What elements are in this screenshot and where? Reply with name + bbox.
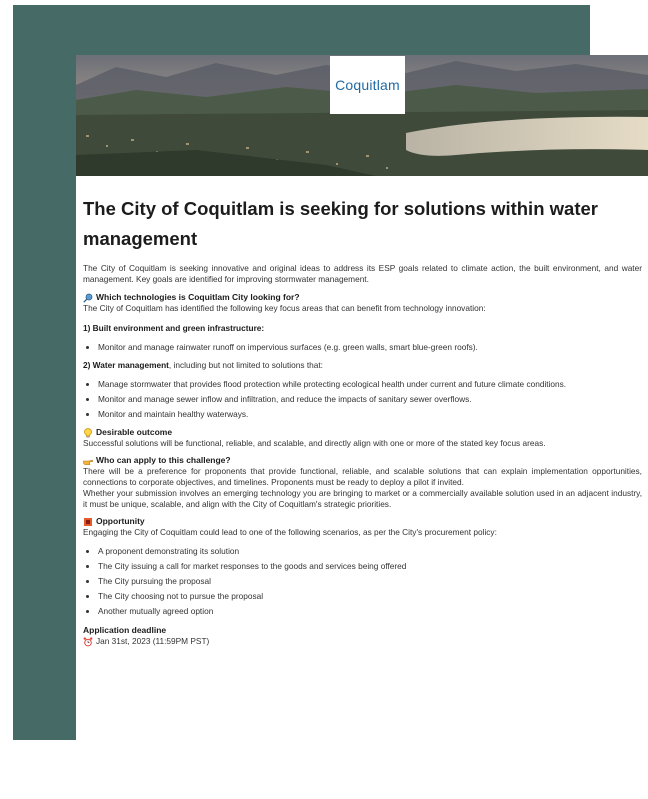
- list-item: Monitor and manage rainwater runoff on i…: [98, 342, 642, 353]
- main-content: The City of Coquitlam is seeking for sol…: [83, 194, 642, 647]
- coquitlam-logo: Coquitlam: [330, 56, 405, 114]
- alarm-clock-icon: [83, 636, 93, 646]
- technologies-heading: Which technologies is Coquitlam City loo…: [83, 292, 642, 303]
- page-title: The City of Coquitlam is seeking for sol…: [83, 198, 598, 249]
- opportunity-list: A proponent demonstrating its solution T…: [83, 546, 642, 617]
- deadline-row: Jan 31st, 2023 (11:59PM PST): [83, 636, 642, 647]
- list-item: The City choosing not to pursue the prop…: [98, 591, 642, 602]
- pointing-hand-icon: [83, 459, 93, 465]
- hero-image: Coquitlam: [76, 55, 648, 176]
- flag-icon: [84, 517, 92, 526]
- focus-area-2-title: 2) Water management, including but not l…: [83, 360, 323, 370]
- technologies-text: The City of Coquitlam has identified the…: [83, 303, 486, 313]
- list-item: Another mutually agreed option: [98, 606, 642, 617]
- focus-area-1-list: Monitor and manage rainwater runoff on i…: [83, 342, 642, 353]
- opportunity-text: Engaging the City of Coquitlam could lea…: [83, 527, 497, 537]
- who-text-1: There will be a preference for proponent…: [83, 466, 642, 487]
- who-text-2: Whether your submission involves an emer…: [83, 488, 642, 509]
- list-item: The City issuing a call for market respo…: [98, 561, 642, 572]
- list-item: Manage stormwater that provides flood pr…: [98, 379, 642, 390]
- deadline-label: Application deadline: [83, 625, 167, 635]
- list-item: Monitor and maintain healthy waterways.: [98, 409, 642, 420]
- who-heading: Who can apply to this challenge?: [83, 455, 642, 466]
- deadline-value: Jan 31st, 2023 (11:59PM PST): [96, 636, 210, 646]
- intro-paragraph: The City of Coquitlam is seeking innovat…: [83, 263, 642, 284]
- list-item: A proponent demonstrating its solution: [98, 546, 642, 557]
- magnifier-icon: [83, 293, 93, 303]
- document-page: Coquitlam The City of Coquitlam is seeki…: [76, 55, 648, 799]
- list-item: Monitor and manage sewer inflow and infi…: [98, 394, 642, 405]
- outcome-heading: Desirable outcome: [83, 427, 642, 438]
- outcome-text: Successful solutions will be functional,…: [83, 438, 546, 448]
- focus-area-2-list: Manage stormwater that provides flood pr…: [83, 379, 642, 420]
- focus-area-1-title: 1) Built environment and green infrastru…: [83, 323, 265, 333]
- lightbulb-icon: [84, 427, 92, 437]
- list-item: The City pursuing the proposal: [98, 576, 642, 587]
- opportunity-heading: Opportunity: [83, 516, 642, 527]
